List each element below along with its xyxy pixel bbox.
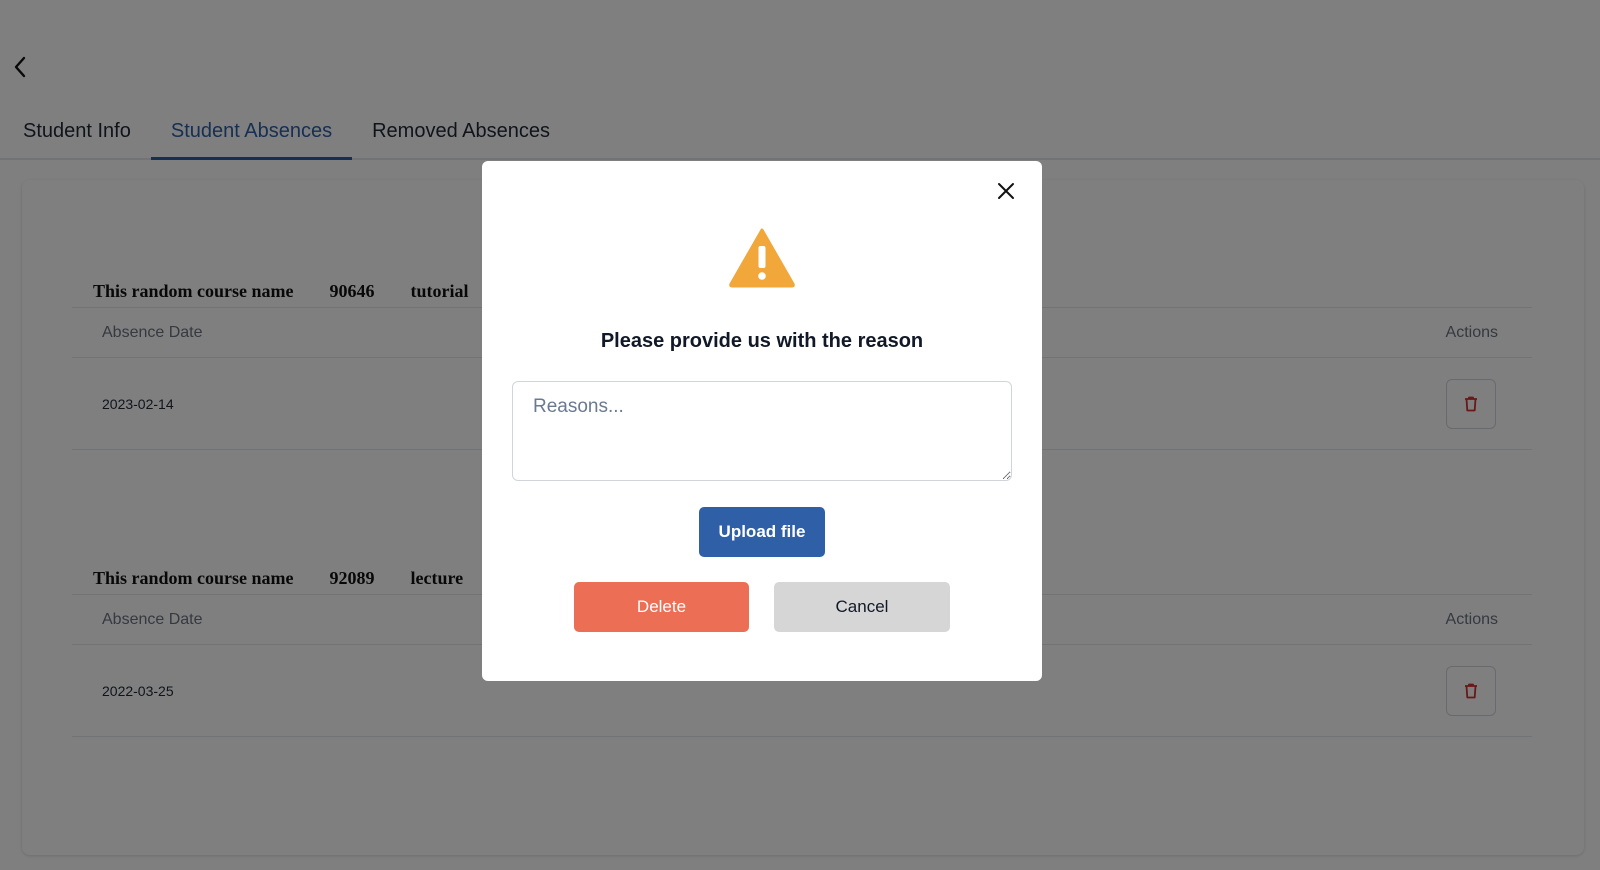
warning-triangle-icon: [729, 228, 795, 288]
reason-dialog: Please provide us with the reason Upload…: [482, 161, 1042, 681]
dialog-title: Please provide us with the reason: [600, 330, 924, 352]
delete-button[interactable]: Delete: [574, 582, 749, 632]
upload-file-button[interactable]: Upload file: [699, 507, 825, 557]
cancel-button[interactable]: Cancel: [774, 582, 950, 632]
close-button[interactable]: [994, 179, 1018, 203]
close-icon: [998, 183, 1014, 199]
reason-input[interactable]: [512, 381, 1012, 481]
